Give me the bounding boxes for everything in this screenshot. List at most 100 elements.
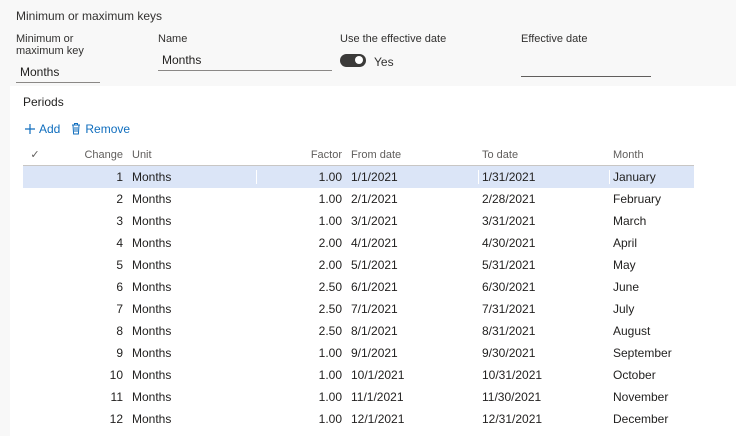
- month-cell[interactable]: June: [610, 280, 694, 294]
- table-row[interactable]: 11 Months 1.00 11/1/2021 11/30/2021 November: [23, 386, 694, 408]
- from-date-cell[interactable]: 9/1/2021: [348, 346, 479, 360]
- month-cell[interactable]: August: [610, 324, 694, 338]
- change-cell[interactable]: 6: [47, 280, 129, 294]
- to-date-cell[interactable]: 6/30/2021: [479, 280, 610, 294]
- factor-cell[interactable]: 1.00: [257, 346, 348, 360]
- to-date-cell[interactable]: 9/30/2021: [479, 346, 610, 360]
- from-date-cell[interactable]: 2/1/2021: [348, 192, 479, 206]
- to-date-cell[interactable]: 7/31/2021: [479, 302, 610, 316]
- from-date-cell[interactable]: 3/1/2021: [348, 214, 479, 228]
- change-cell[interactable]: 9: [47, 346, 129, 360]
- unit-cell[interactable]: Months: [129, 170, 257, 184]
- unit-cell[interactable]: Months: [129, 236, 257, 250]
- factor-cell[interactable]: 2.50: [257, 324, 348, 338]
- month-cell[interactable]: May: [610, 258, 694, 272]
- change-cell[interactable]: 7: [47, 302, 129, 316]
- table-row[interactable]: 1 Months 1.00 1/1/2021 1/31/2021 January: [23, 166, 694, 188]
- change-cell[interactable]: 10: [47, 368, 129, 382]
- month-cell[interactable]: July: [610, 302, 694, 316]
- effective-date-input[interactable]: [521, 57, 651, 77]
- month-cell[interactable]: February: [610, 192, 694, 206]
- periods-title: Periods: [23, 95, 64, 109]
- unit-cell[interactable]: Months: [129, 390, 257, 404]
- factor-cell[interactable]: 2.50: [257, 280, 348, 294]
- factor-cell[interactable]: 1.00: [257, 368, 348, 382]
- change-cell[interactable]: 4: [47, 236, 129, 250]
- month-cell[interactable]: September: [610, 346, 694, 360]
- name-input[interactable]: Months: [158, 51, 332, 71]
- add-button[interactable]: Add: [24, 122, 60, 136]
- min-max-key-input[interactable]: Months: [16, 63, 100, 83]
- unit-cell[interactable]: Months: [129, 280, 257, 294]
- change-cell[interactable]: 8: [47, 324, 129, 338]
- month-cell[interactable]: April: [610, 236, 694, 250]
- table-row[interactable]: 3 Months 1.00 3/1/2021 3/31/2021 March: [23, 210, 694, 232]
- factor-cell[interactable]: 1.00: [257, 192, 348, 206]
- factor-cell[interactable]: 2.00: [257, 258, 348, 272]
- factor-cell[interactable]: 1.00: [257, 214, 348, 228]
- factor-cell[interactable]: 1.00: [257, 390, 348, 404]
- table-row[interactable]: 6 Months 2.50 6/1/2021 6/30/2021 June: [23, 276, 694, 298]
- unit-cell[interactable]: Months: [129, 258, 257, 272]
- to-date-cell[interactable]: 10/31/2021: [479, 368, 610, 382]
- column-header-factor[interactable]: Factor: [257, 149, 348, 161]
- change-cell[interactable]: 2: [47, 192, 129, 206]
- table-row[interactable]: 9 Months 1.00 9/1/2021 9/30/2021 September: [23, 342, 694, 364]
- month-cell[interactable]: January: [610, 170, 694, 184]
- from-date-cell[interactable]: 6/1/2021: [348, 280, 479, 294]
- from-date-cell[interactable]: 12/1/2021: [348, 412, 479, 426]
- to-date-cell[interactable]: 3/31/2021: [479, 214, 610, 228]
- select-all-checkbox[interactable]: ✓: [23, 148, 47, 161]
- to-date-cell[interactable]: 8/31/2021: [479, 324, 610, 338]
- from-date-cell[interactable]: 7/1/2021: [348, 302, 479, 316]
- change-cell[interactable]: 5: [47, 258, 129, 272]
- column-header-month[interactable]: Month: [610, 149, 694, 161]
- from-date-cell[interactable]: 4/1/2021: [348, 236, 479, 250]
- to-date-cell[interactable]: 1/31/2021: [479, 170, 610, 184]
- factor-cell[interactable]: 1.00: [257, 170, 348, 184]
- unit-cell[interactable]: Months: [129, 192, 257, 206]
- table-row[interactable]: 2 Months 1.00 2/1/2021 2/28/2021 February: [23, 188, 694, 210]
- unit-cell[interactable]: Months: [129, 368, 257, 382]
- column-header-change[interactable]: Change: [47, 149, 129, 161]
- min-max-key-label: Minimum or maximum key: [16, 33, 84, 57]
- unit-cell[interactable]: Months: [129, 214, 257, 228]
- column-header-from-date[interactable]: From date: [348, 149, 479, 161]
- change-cell[interactable]: 1: [47, 170, 129, 184]
- effective-date-toggle[interactable]: [340, 53, 366, 67]
- table-row[interactable]: 8 Months 2.50 8/1/2021 8/31/2021 August: [23, 320, 694, 342]
- to-date-cell[interactable]: 5/31/2021: [479, 258, 610, 272]
- factor-cell[interactable]: 1.00: [257, 412, 348, 426]
- factor-cell[interactable]: 2.00: [257, 236, 348, 250]
- table-row[interactable]: 12 Months 1.00 12/1/2021 12/31/2021 December: [23, 408, 694, 430]
- month-cell[interactable]: March: [610, 214, 694, 228]
- unit-cell[interactable]: Months: [129, 302, 257, 316]
- factor-cell[interactable]: 2.50: [257, 302, 348, 316]
- from-date-cell[interactable]: 11/1/2021: [348, 390, 479, 404]
- change-cell[interactable]: 3: [47, 214, 129, 228]
- to-date-cell[interactable]: 4/30/2021: [479, 236, 610, 250]
- table-row[interactable]: 10 Months 1.00 10/1/2021 10/31/2021 October: [23, 364, 694, 386]
- unit-cell[interactable]: Months: [129, 324, 257, 338]
- from-date-cell[interactable]: 10/1/2021: [348, 368, 479, 382]
- to-date-cell[interactable]: 12/31/2021: [479, 412, 610, 426]
- from-date-cell[interactable]: 1/1/2021: [348, 170, 479, 184]
- unit-cell[interactable]: Months: [129, 412, 257, 426]
- month-cell[interactable]: October: [610, 368, 694, 382]
- trash-icon: [70, 122, 82, 136]
- month-cell[interactable]: November: [610, 390, 694, 404]
- change-cell[interactable]: 12: [47, 412, 129, 426]
- unit-cell[interactable]: Months: [129, 346, 257, 360]
- column-header-to-date[interactable]: To date: [479, 149, 610, 161]
- from-date-cell[interactable]: 8/1/2021: [348, 324, 479, 338]
- month-cell[interactable]: December: [610, 412, 694, 426]
- to-date-cell[interactable]: 11/30/2021: [479, 390, 610, 404]
- remove-button[interactable]: Remove: [70, 122, 130, 136]
- from-date-cell[interactable]: 5/1/2021: [348, 258, 479, 272]
- column-header-unit[interactable]: Unit: [129, 149, 257, 161]
- table-row[interactable]: 5 Months 2.00 5/1/2021 5/31/2021 May: [23, 254, 694, 276]
- to-date-cell[interactable]: 2/28/2021: [479, 192, 610, 206]
- table-row[interactable]: 4 Months 2.00 4/1/2021 4/30/2021 April: [23, 232, 694, 254]
- change-cell[interactable]: 11: [47, 390, 129, 404]
- table-row[interactable]: 7 Months 2.50 7/1/2021 7/31/2021 July: [23, 298, 694, 320]
